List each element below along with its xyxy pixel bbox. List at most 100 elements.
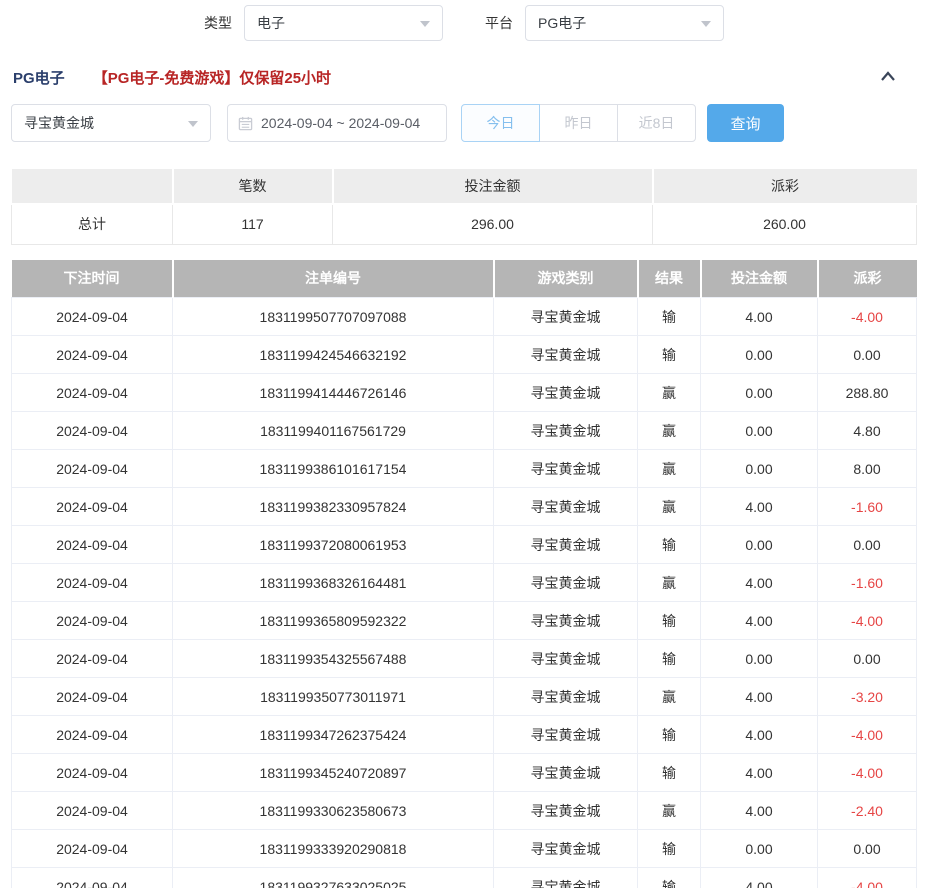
quick-date-button-group: 今日 昨日 近8日 bbox=[461, 104, 696, 142]
table-row: 2024-09-04 1831199350773011971 寻宝黄金城 赢 4… bbox=[12, 678, 917, 716]
cell-order-no: 1831199507707097088 bbox=[173, 298, 494, 336]
summary-total-label: 总计 bbox=[12, 204, 173, 244]
cell-game: 寻宝黄金城 bbox=[494, 830, 638, 868]
today-button[interactable]: 今日 bbox=[461, 104, 540, 142]
cell-game: 寻宝黄金城 bbox=[494, 678, 638, 716]
cell-date: 2024-09-04 bbox=[12, 602, 173, 640]
yesterday-button[interactable]: 昨日 bbox=[539, 104, 618, 142]
cell-payout: 4.80 bbox=[818, 412, 917, 450]
date-range-value: 2024-09-04 ~ 2024-09-04 bbox=[261, 115, 420, 131]
cell-result: 输 bbox=[638, 716, 701, 754]
section-title: PG电子 bbox=[13, 67, 65, 88]
cell-result: 输 bbox=[638, 526, 701, 564]
summary-header-bet-amount: 投注金额 bbox=[333, 169, 653, 204]
top-filter-row: 类型 电子 平台 PG电子 bbox=[0, 0, 928, 41]
cell-date: 2024-09-04 bbox=[12, 830, 173, 868]
cell-result: 赢 bbox=[638, 792, 701, 830]
search-button[interactable]: 查询 bbox=[707, 104, 784, 142]
detail-header-row: 下注时间 注单编号 游戏类别 结果 投注金额 派彩 bbox=[12, 260, 917, 298]
cell-bet: 0.00 bbox=[701, 450, 818, 488]
summary-header-row: 笔数 投注金额 派彩 bbox=[12, 169, 917, 204]
summary-header-count: 笔数 bbox=[173, 169, 333, 204]
cell-payout: 0.00 bbox=[818, 526, 917, 564]
collapse-panel-button[interactable] bbox=[879, 70, 897, 84]
cell-bet: 4.00 bbox=[701, 602, 818, 640]
cell-date: 2024-09-04 bbox=[12, 526, 173, 564]
cell-game: 寻宝黄金城 bbox=[494, 754, 638, 792]
table-row: 2024-09-04 1831199401167561729 寻宝黄金城 赢 0… bbox=[12, 412, 917, 450]
cell-bet: 0.00 bbox=[701, 336, 818, 374]
cell-date: 2024-09-04 bbox=[12, 564, 173, 602]
cell-payout: 0.00 bbox=[818, 336, 917, 374]
table-row: 2024-09-04 1831199327633025025 寻宝黄金城 输 4… bbox=[12, 868, 917, 888]
cell-order-no: 1831199372080061953 bbox=[173, 526, 494, 564]
cell-bet: 4.00 bbox=[701, 716, 818, 754]
detail-header-bet-time: 下注时间 bbox=[12, 260, 173, 298]
type-select-value: 电子 bbox=[257, 13, 285, 33]
cell-payout: -4.00 bbox=[818, 602, 917, 640]
table-row: 2024-09-04 1831199333920290818 寻宝黄金城 输 0… bbox=[12, 830, 917, 868]
cell-order-no: 1831199414446726146 bbox=[173, 374, 494, 412]
type-select[interactable]: 电子 bbox=[244, 5, 443, 41]
cell-order-no: 1831199345240720897 bbox=[173, 754, 494, 792]
cell-result: 输 bbox=[638, 336, 701, 374]
date-range-input[interactable]: 2024-09-04 ~ 2024-09-04 bbox=[227, 104, 447, 142]
platform-select[interactable]: PG电子 bbox=[525, 5, 724, 41]
cell-payout: 8.00 bbox=[818, 450, 917, 488]
detail-header-result: 结果 bbox=[638, 260, 701, 298]
cell-result: 输 bbox=[638, 868, 701, 888]
cell-bet: 4.00 bbox=[701, 792, 818, 830]
cell-date: 2024-09-04 bbox=[12, 678, 173, 716]
cell-result: 赢 bbox=[638, 564, 701, 602]
cell-order-no: 1831199350773011971 bbox=[173, 678, 494, 716]
cell-result: 赢 bbox=[638, 412, 701, 450]
cell-date: 2024-09-04 bbox=[12, 336, 173, 374]
cell-order-no: 1831199386101617154 bbox=[173, 450, 494, 488]
detail-table-body: 2024-09-04 1831199507707097088 寻宝黄金城 输 4… bbox=[12, 298, 917, 888]
platform-label: 平台 bbox=[485, 13, 513, 33]
cell-date: 2024-09-04 bbox=[12, 488, 173, 526]
cell-date: 2024-09-04 bbox=[12, 450, 173, 488]
cell-payout: -4.00 bbox=[818, 754, 917, 792]
cell-date: 2024-09-04 bbox=[12, 716, 173, 754]
game-select[interactable]: 寻宝黄金城 bbox=[11, 104, 211, 142]
game-select-value: 寻宝黄金城 bbox=[24, 113, 94, 133]
table-row: 2024-09-04 1831199365809592322 寻宝黄金城 输 4… bbox=[12, 602, 917, 640]
cell-game: 寻宝黄金城 bbox=[494, 450, 638, 488]
table-row: 2024-09-04 1831199382330957824 寻宝黄金城 赢 4… bbox=[12, 488, 917, 526]
cell-game: 寻宝黄金城 bbox=[494, 336, 638, 374]
cell-game: 寻宝黄金城 bbox=[494, 640, 638, 678]
last-8-days-button[interactable]: 近8日 bbox=[617, 104, 696, 142]
cell-date: 2024-09-04 bbox=[12, 412, 173, 450]
cell-game: 寻宝黄金城 bbox=[494, 716, 638, 754]
detail-header-bet-amount: 投注金额 bbox=[701, 260, 818, 298]
summary-total-count: 117 bbox=[173, 204, 333, 244]
table-row: 2024-09-04 1831199330623580673 寻宝黄金城 赢 4… bbox=[12, 792, 917, 830]
cell-payout: -3.20 bbox=[818, 678, 917, 716]
cell-result: 赢 bbox=[638, 488, 701, 526]
calendar-icon bbox=[238, 116, 253, 131]
cell-order-no: 1831199368326164481 bbox=[173, 564, 494, 602]
cell-payout: -4.00 bbox=[818, 716, 917, 754]
cell-payout: -2.40 bbox=[818, 792, 917, 830]
cell-result: 赢 bbox=[638, 450, 701, 488]
table-row: 2024-09-04 1831199507707097088 寻宝黄金城 输 4… bbox=[12, 298, 917, 336]
cell-order-no: 1831199354325567488 bbox=[173, 640, 494, 678]
table-row: 2024-09-04 1831199414446726146 寻宝黄金城 赢 0… bbox=[12, 374, 917, 412]
cell-bet: 0.00 bbox=[701, 526, 818, 564]
chevron-down-icon bbox=[420, 21, 430, 27]
cell-bet: 0.00 bbox=[701, 830, 818, 868]
cell-order-no: 1831199330623580673 bbox=[173, 792, 494, 830]
cell-result: 输 bbox=[638, 602, 701, 640]
bet-records-table: 下注时间 注单编号 游戏类别 结果 投注金额 派彩 2024-09-04 183… bbox=[11, 260, 917, 888]
chevron-down-icon bbox=[188, 121, 198, 127]
summary-header-empty bbox=[12, 169, 173, 204]
table-row: 2024-09-04 1831199354325567488 寻宝黄金城 输 0… bbox=[12, 640, 917, 678]
cell-bet: 4.00 bbox=[701, 298, 818, 336]
table-row: 2024-09-04 1831199347262375424 寻宝黄金城 输 4… bbox=[12, 716, 917, 754]
summary-total-bet-amount: 296.00 bbox=[333, 204, 653, 244]
cell-result: 赢 bbox=[638, 374, 701, 412]
cell-bet: 4.00 bbox=[701, 678, 818, 716]
detail-header-game-category: 游戏类别 bbox=[494, 260, 638, 298]
cell-bet: 4.00 bbox=[701, 868, 818, 888]
